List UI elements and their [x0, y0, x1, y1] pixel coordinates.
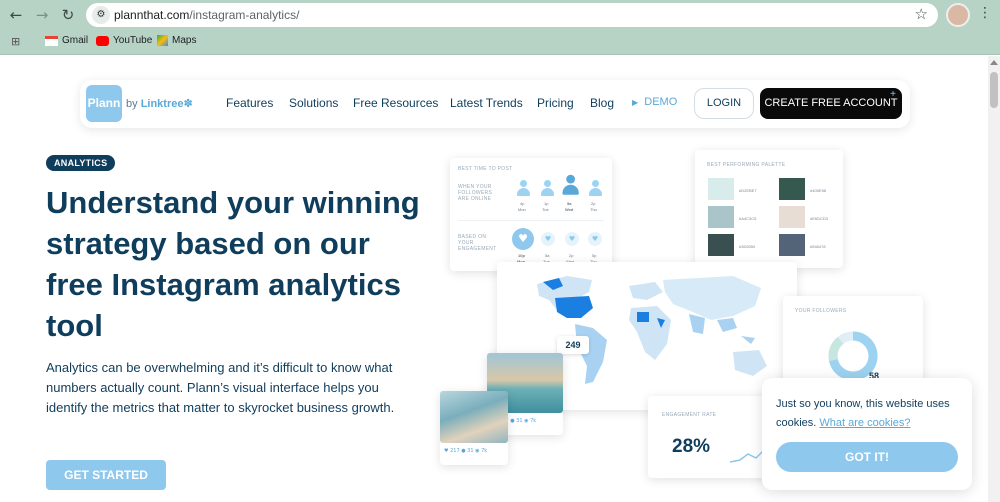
palette-swatch: [708, 206, 734, 228]
by-linktree: by Linktree✽: [126, 97, 193, 110]
page-scrollbar[interactable]: [988, 56, 1000, 502]
heart-icon: ♥: [512, 228, 534, 250]
gmail-icon: [45, 35, 58, 46]
profile-avatar[interactable]: [946, 3, 970, 27]
url-text[interactable]: plannthat.com/instagram-analytics/: [114, 8, 299, 22]
nav-features[interactable]: Features: [226, 96, 273, 110]
nav-blog[interactable]: Blog: [590, 96, 614, 110]
bookmark-gmail[interactable]: Gmail: [45, 35, 88, 46]
bookmark-star-icon[interactable]: ☆: [915, 5, 928, 23]
nav-solutions[interactable]: Solutions: [289, 96, 338, 110]
maps-icon: [157, 35, 168, 46]
create-free-account-button[interactable]: CREATE FREE ACCOUNT +: [760, 88, 902, 119]
plann-logo[interactable]: Plann: [86, 85, 122, 122]
hero-description: Analytics can be overwhelming and it’s d…: [46, 360, 395, 415]
nav-demo[interactable]: ▶ DEMO: [632, 96, 677, 108]
heart-icon: ♥: [541, 232, 555, 246]
scrollbar-thumb[interactable]: [990, 72, 998, 108]
get-started-button[interactable]: GET STARTED: [46, 460, 166, 490]
menu-icon[interactable]: ⋮: [978, 5, 992, 21]
sparkle-icon: +: [890, 89, 896, 100]
scroll-up-icon: [990, 60, 998, 65]
palette-swatch: [779, 234, 805, 256]
got-it-button[interactable]: GOT IT!: [776, 442, 958, 472]
forward-icon[interactable]: →: [32, 5, 52, 25]
palette-swatch: [779, 206, 805, 228]
palette-card: BEST PERFORMING PALETTE #D2EBE7 #405E58 …: [695, 150, 843, 268]
follower-person-icon: [561, 174, 579, 198]
pool-photo: [440, 391, 508, 443]
youtube-icon: [96, 35, 109, 46]
photo-card: ♥ 217 ● 31 ◉ 7k: [440, 391, 508, 465]
login-button[interactable]: LOGIN: [694, 88, 754, 119]
follower-person-icon: [540, 180, 554, 198]
nav-latest-trends[interactable]: Latest Trends: [450, 96, 523, 110]
best-time-card: BEST TIME TO POST WHEN YOUR FOLLOWERS AR…: [450, 158, 612, 271]
page-content: Plann by Linktree✽ Features Solutions Fr…: [0, 56, 988, 502]
palette-swatch: [708, 234, 734, 256]
hero-title: Understand your winning strategy based o…: [46, 185, 420, 343]
address-bar[interactable]: ⚙ plannthat.com/instagram-analytics/ ☆: [86, 3, 938, 27]
nav-pricing[interactable]: Pricing: [537, 96, 574, 110]
cookie-banner: Just so you know, this website uses cook…: [762, 378, 972, 490]
heart-icon: ♥: [588, 232, 602, 246]
site-settings-icon[interactable]: ⚙: [92, 6, 110, 24]
palette-swatch: [708, 178, 734, 200]
heart-icon: ♥: [565, 232, 579, 246]
follower-person-icon: [588, 180, 602, 198]
palette-swatch: [779, 178, 805, 200]
reload-icon[interactable]: ↻: [58, 5, 78, 25]
apps-grid-icon[interactable]: ⊞: [11, 35, 20, 48]
bookmark-maps[interactable]: Maps: [157, 35, 196, 46]
play-icon: ▶: [632, 98, 639, 107]
cookie-text: Just so you know, this website uses cook…: [776, 398, 950, 429]
site-navbar: Plann by Linktree✽ Features Solutions Fr…: [80, 80, 910, 128]
map-value-tooltip: 249: [557, 336, 589, 354]
browser-toolbar: ← → ↻ ⚙ plannthat.com/instagram-analytic…: [0, 0, 1000, 30]
what-are-cookies-link[interactable]: What are cookies?: [819, 417, 910, 429]
analytics-badge: ANALYTICS: [46, 155, 116, 171]
nav-free-resources[interactable]: Free Resources: [353, 96, 438, 110]
bookmark-youtube[interactable]: YouTube: [96, 35, 152, 46]
bookmarks-bar: ⊞ Gmail YouTube Maps: [0, 30, 1000, 55]
follower-person-icon: [516, 180, 530, 198]
back-icon[interactable]: ←: [6, 5, 26, 25]
